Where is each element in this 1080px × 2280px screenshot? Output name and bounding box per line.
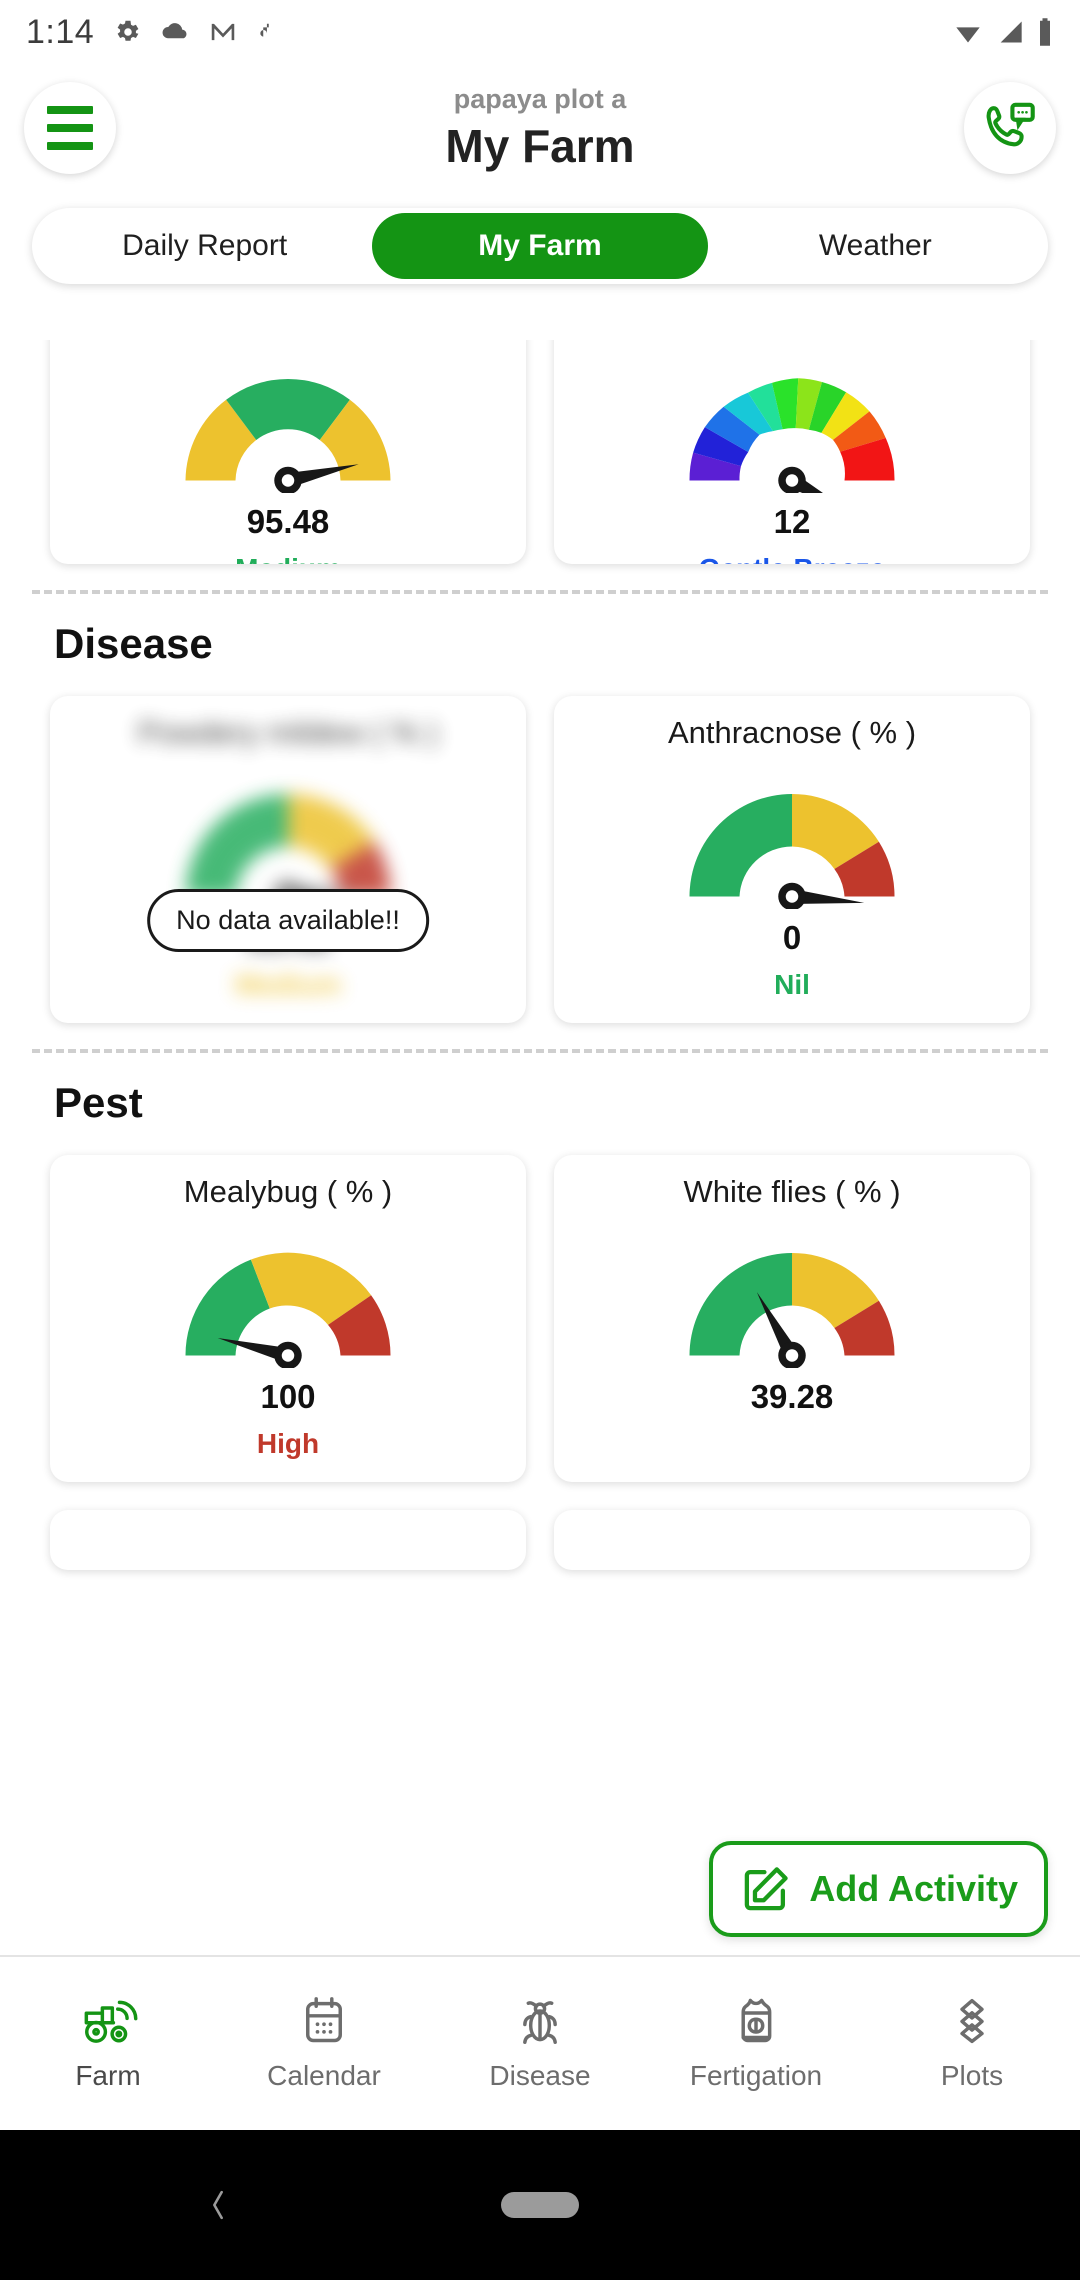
tab-daily-report[interactable]: Daily Report — [37, 213, 372, 279]
nav-item-disease[interactable]: Disease — [432, 1995, 648, 2092]
card-status: Gentle Breeze — [564, 553, 1020, 564]
gauge-white-flies — [564, 1218, 1020, 1369]
card-value: 95.48 — [246, 503, 330, 541]
section-title-disease: Disease — [54, 620, 213, 667]
edit-square-icon — [745, 1867, 789, 1911]
tractor-icon — [84, 2000, 138, 2043]
status-bar: 1:14 — [0, 0, 1080, 64]
card-title: Powdery mildew ( % ) — [138, 715, 438, 750]
nav-label: Disease — [489, 2060, 591, 2091]
weather-cards-row: Air Pressure ( kPa ) 95.48 Medium Wind S… — [0, 340, 1080, 564]
back-chevron-icon[interactable] — [205, 2183, 231, 2227]
wifi-icon — [956, 27, 980, 43]
nav-item-fertigation[interactable]: Fertigation — [648, 1995, 864, 2092]
nav-label: Calendar — [267, 2060, 381, 2091]
card-status: High — [256, 1428, 320, 1460]
android-navigation-bar — [0, 2130, 1080, 2280]
disease-cards-row: Powdery mildew ( % ) 95.48 Medium No dat… — [0, 696, 1080, 1024]
cloud-icon — [162, 23, 187, 39]
add-activity-label: Add Activity — [809, 1868, 1018, 1909]
gauge-air-pressure — [60, 343, 516, 494]
section-divider-disease — [32, 590, 1048, 594]
card-partial-right[interactable] — [554, 1510, 1030, 1571]
card-white-flies[interactable]: White flies ( % ) 39.28 — [554, 1155, 1030, 1483]
nav-label: Plots — [940, 2060, 1004, 2091]
card-mealybug[interactable]: Mealybug ( % ) 100 High — [50, 1155, 526, 1483]
gauge-mealybug — [60, 1218, 516, 1369]
support-call-button[interactable] — [964, 82, 1056, 174]
calendar-icon — [306, 1997, 342, 2043]
status-bar-right-icons — [952, 17, 1054, 47]
nav-label: Farm — [75, 2060, 141, 2091]
status-bar-time: 1:14 — [26, 12, 95, 51]
card-air-pressure[interactable]: Air Pressure ( kPa ) 95.48 Medium — [50, 340, 526, 564]
page-title: My Farm — [445, 119, 635, 172]
card-powdery-mildew[interactable]: Powdery mildew ( % ) 95.48 Medium No dat… — [50, 696, 526, 1024]
home-pill-icon[interactable] — [501, 2192, 579, 2218]
music-note-icon — [260, 23, 269, 37]
nav-item-farm[interactable]: Farm — [0, 1995, 216, 2092]
card-status: Medium — [235, 969, 341, 1001]
gauge-anthracnose — [564, 759, 1020, 910]
gmail-icon — [211, 23, 235, 41]
card-status: Nil — [774, 969, 810, 1001]
gauge-powdery-mildew — [60, 759, 516, 910]
gear-icon — [117, 20, 139, 41]
plot-subtitle: papaya plot a — [453, 84, 627, 115]
card-title: White flies ( % ) — [683, 1174, 901, 1210]
card-title: Anthracnose ( % ) — [667, 715, 917, 750]
layers-icon — [960, 1998, 984, 2044]
nav-label: Fertigation — [689, 2060, 823, 2091]
card-title: Mealybug ( % ) — [183, 1174, 393, 1210]
no-data-badge: No data available!! — [147, 889, 429, 952]
card-value: 39.28 — [750, 1378, 834, 1416]
nav-item-calendar[interactable]: Calendar — [216, 1995, 432, 2092]
add-activity-button[interactable]: Add Activity — [709, 1841, 1048, 1937]
card-status: Medium — [60, 553, 516, 564]
signal-icon — [1000, 21, 1022, 43]
phone-chat-support-icon — [986, 102, 1035, 147]
section-title-pest: Pest — [54, 1079, 143, 1127]
hamburger-menu-icon — [47, 106, 93, 150]
tab-my-farm[interactable]: My Farm — [372, 213, 708, 279]
scroll-content[interactable]: Air Pressure ( kPa ) 95.48 Medium Wind S… — [0, 340, 1080, 1955]
header-titles: papaya plot a My Farm — [116, 83, 964, 172]
next-cards-row-partial — [0, 1510, 1080, 1571]
card-value: 0 — [782, 919, 802, 957]
card-wind-speed[interactable]: Wind Speed ( kmph ) — [554, 340, 1030, 564]
bug-icon — [523, 2001, 557, 2044]
powdery-mildew-blurred-content: Powdery mildew ( % ) 95.48 Medium — [60, 714, 516, 1001]
gauge-wind-speed — [564, 343, 1020, 494]
pest-cards-row: Mealybug ( % ) 100 High White flies ( % … — [0, 1155, 1080, 1483]
tab-weather[interactable]: Weather — [708, 213, 1043, 279]
tab-bar: Daily Report My Farm Weather — [32, 208, 1048, 284]
status-bar-left-icons — [112, 17, 277, 47]
menu-button[interactable] — [24, 82, 116, 174]
card-value: 100 — [260, 1378, 316, 1416]
bottom-navigation: Farm Calendar Disease Fertigation Plots — [0, 1955, 1080, 2130]
app-header: papaya plot a My Farm — [0, 64, 1080, 192]
section-divider-pest — [32, 1049, 1048, 1054]
fertilizer-bag-icon — [741, 1998, 772, 2043]
card-partial-left[interactable] — [50, 1510, 526, 1571]
card-value: 12 — [773, 503, 811, 541]
battery-icon — [1040, 18, 1050, 46]
card-anthracnose[interactable]: Anthracnose ( % ) 0 Nil — [554, 696, 1030, 1024]
nav-item-plots[interactable]: Plots — [864, 1995, 1080, 2092]
